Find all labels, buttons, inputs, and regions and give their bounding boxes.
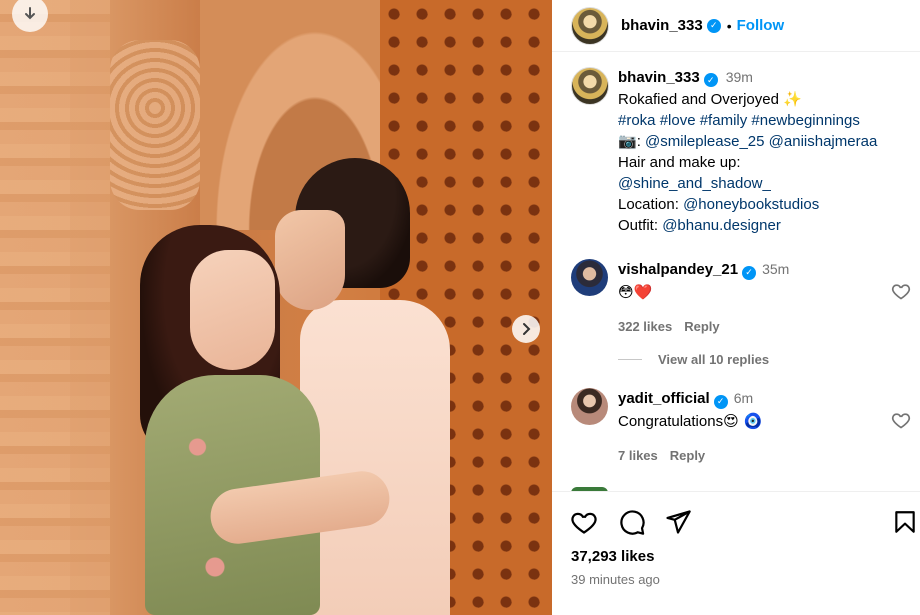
mention-photographer-2[interactable]: @aniishajmeraa: [769, 133, 878, 150]
verified-badge-icon: ✓: [703, 73, 718, 88]
mention-photographer-1[interactable]: @smileplease_25: [645, 133, 764, 150]
hair-label: Hair and make up:: [618, 154, 741, 172]
author-username[interactable]: bhavin_333: [621, 17, 703, 34]
like-comment-heart-icon[interactable]: [891, 281, 911, 301]
likes-count[interactable]: 37,293 likes: [571, 548, 654, 565]
post-timestamp[interactable]: 39 minutes ago: [571, 572, 660, 587]
credit-separator: :: [636, 133, 646, 151]
sparkles-emoji: ✨: [783, 89, 802, 108]
man-face: [275, 210, 345, 310]
caption-line-1: Rokafied and Overjoyed: [618, 90, 779, 108]
comment-text: Congratulations: [618, 413, 724, 430]
mention-hair[interactable]: @shine_and_shadow_: [618, 174, 911, 195]
follow-button[interactable]: Follow: [737, 17, 785, 34]
verified-badge-icon: ✓: [706, 18, 721, 33]
separator-dot: •: [726, 17, 732, 34]
man-figure: [300, 300, 450, 615]
location-label: Location:: [618, 195, 679, 213]
caption-hashtags[interactable]: #roka #love #family #newbeginnings: [618, 111, 911, 132]
post-caption: bhavin_333 ✓ 39m Rokafied and Overjoyed ✨ …: [571, 67, 911, 236]
comment-text: 😳❤️: [618, 283, 653, 301]
view-replies-label[interactable]: View all 10 replies: [658, 352, 769, 367]
post-photo[interactable]: [0, 0, 552, 615]
commenter-username[interactable]: vishalpandey_21: [618, 261, 738, 278]
caption-avatar[interactable]: [571, 67, 609, 105]
pillar-inner: [70, 0, 110, 615]
post-side-panel: bhavin_333 ✓ • Follow bhavin_333 ✓ 39m Rok…: [552, 0, 920, 615]
comment-item: yadit_official ✓ 6m Congratulations😍 🧿 7 l…: [571, 388, 911, 466]
comment-time[interactable]: 6m: [734, 390, 753, 406]
outfit-label: Outfit:: [618, 216, 659, 234]
commenter-avatar[interactable]: [571, 259, 608, 296]
comment-time[interactable]: 35m: [762, 261, 789, 277]
comment-likes[interactable]: 322 likes: [618, 319, 672, 334]
like-comment-heart-icon[interactable]: [891, 410, 911, 430]
replies-divider: [618, 359, 642, 360]
comment-bubble-icon[interactable]: [618, 508, 646, 536]
wall-carving: [110, 40, 200, 210]
save-bookmark-icon[interactable]: [892, 508, 918, 536]
commenter-avatar[interactable]: [571, 388, 608, 425]
caption-username[interactable]: bhavin_333: [618, 69, 700, 86]
reply-button[interactable]: Reply: [684, 319, 719, 334]
mention-outfit[interactable]: @bhanu.designer: [662, 217, 781, 234]
share-send-icon[interactable]: [664, 508, 692, 536]
author-avatar[interactable]: [571, 6, 609, 45]
comment-likes[interactable]: 7 likes: [618, 448, 658, 463]
commenter-username[interactable]: yadit_official: [618, 390, 710, 407]
woman-face: [190, 250, 275, 370]
post-actions: 37,293 likes 39 minutes ago: [552, 491, 920, 615]
caption-time[interactable]: 39m: [726, 69, 753, 85]
post-header: bhavin_333 ✓ • Follow: [552, 0, 920, 52]
chevron-right-icon: [523, 323, 531, 335]
verified-badge-icon: ✓: [742, 265, 757, 280]
mention-location[interactable]: @honeybookstudios: [683, 196, 819, 213]
verified-badge-icon: ✓: [713, 394, 728, 409]
pillar-left: [0, 0, 70, 615]
view-replies-button[interactable]: View all 10 replies: [618, 352, 769, 367]
comment-emoji: 😍 🧿: [723, 412, 763, 430]
like-heart-icon[interactable]: [570, 508, 598, 536]
reply-button[interactable]: Reply: [670, 448, 705, 463]
next-image-button[interactable]: [512, 315, 540, 343]
camera-emoji: 📷: [618, 132, 637, 151]
comment-item: vishalpandey_21 ✓ 35m 😳❤️ 322 likes Reply: [571, 259, 911, 337]
